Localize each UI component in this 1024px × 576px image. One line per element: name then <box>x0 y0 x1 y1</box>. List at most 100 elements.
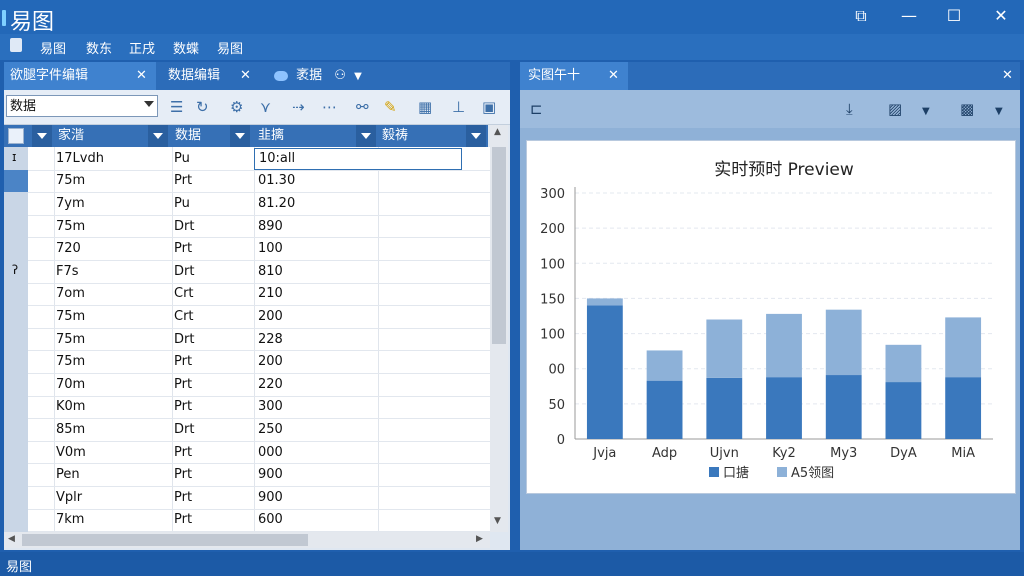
more-icon[interactable]: ⋯ <box>322 98 337 116</box>
cell-value[interactable]: 100 <box>258 237 283 260</box>
cell-name[interactable]: 7om <box>56 283 85 306</box>
tab-data[interactable]: 袤据 ⚇ ▼ <box>268 62 368 90</box>
column-header-1[interactable]: 家湝 <box>58 125 84 147</box>
maximize-button[interactable]: ☐ <box>943 6 965 26</box>
row-header-selected[interactable] <box>4 169 28 193</box>
cell-type[interactable]: Prt <box>174 350 192 373</box>
cell-name[interactable]: 75m <box>56 305 85 328</box>
cell-type[interactable]: Prt <box>174 509 192 532</box>
column-filter-button[interactable] <box>32 125 52 147</box>
cell-value[interactable]: 200 <box>258 350 283 373</box>
table-row[interactable]: 70m Prt 220 <box>28 373 490 397</box>
table-row[interactable]: 720 Prt 100 <box>28 237 490 261</box>
cell-name[interactable]: 17Lvdh <box>56 147 104 170</box>
close-icon[interactable]: ✕ <box>136 62 147 90</box>
refresh-icon[interactable]: ↻ <box>196 98 209 116</box>
highlight-icon[interactable]: ✎ <box>384 98 397 116</box>
settings-panel-icon[interactable]: ▣ <box>482 98 496 116</box>
table-row[interactable]: 75m Prt 01.30 <box>28 170 490 194</box>
chevron-down-icon[interactable]: ▼ <box>354 71 362 82</box>
cell-type[interactable]: Prt <box>174 486 192 509</box>
column-filter-button[interactable] <box>148 125 168 147</box>
column-header-4[interactable]: 毅祷 <box>382 125 408 147</box>
menu-item-1[interactable]: 易图 <box>40 38 66 57</box>
gear-icon[interactable]: ⚙ <box>230 98 243 116</box>
cell-name[interactable]: 7km <box>56 509 84 532</box>
table-row[interactable]: 7om Crt 210 <box>28 283 490 307</box>
cell-value[interactable]: 220 <box>258 373 283 396</box>
cell-editor-input[interactable]: 10:all <box>254 148 462 170</box>
minimize-button[interactable]: — <box>898 6 920 26</box>
chevron-down-icon[interactable]: ▼ <box>995 106 1003 117</box>
chevron-down-icon[interactable]: ▼ <box>922 106 930 117</box>
menu-item-3[interactable]: 正戌 <box>129 38 155 57</box>
cell-name[interactable]: F7s <box>56 260 79 283</box>
cell-name[interactable]: 720 <box>56 237 81 260</box>
cell-type[interactable]: Prt <box>174 441 192 464</box>
cell-type[interactable]: Prt <box>174 463 192 486</box>
cell-name[interactable]: 7ym <box>56 192 85 215</box>
data-source-combo[interactable]: 数据 <box>6 95 158 117</box>
cell-value[interactable]: 000 <box>258 441 283 464</box>
table-row[interactable]: F7s Drt 810 <box>28 260 490 284</box>
table-row[interactable]: 85m Drt 250 <box>28 418 490 442</box>
table-row[interactable]: 75m Prt 200 <box>28 350 490 374</box>
column-filter-button[interactable] <box>356 125 376 147</box>
cell-type[interactable]: Crt <box>174 283 194 306</box>
table-row[interactable]: 75m Drt 228 <box>28 328 490 352</box>
menu-item-2[interactable]: 数东 <box>86 38 112 57</box>
column-filter-button[interactable] <box>466 125 486 147</box>
restore-icon[interactable]: ⧉ <box>850 6 872 26</box>
close-icon[interactable]: ✕ <box>240 62 251 90</box>
cell-value[interactable]: 600 <box>258 509 283 532</box>
cell-value[interactable]: 01.30 <box>258 170 295 193</box>
chevron-down-icon[interactable] <box>144 101 154 107</box>
close-icon[interactable]: ✕ <box>608 62 619 90</box>
column-header-3[interactable]: 韭摛 <box>258 125 284 147</box>
cell-name[interactable]: Pen <box>56 463 80 486</box>
table-row[interactable]: 75m Crt 200 <box>28 305 490 329</box>
cell-type[interactable]: Prt <box>174 396 192 419</box>
table-row[interactable]: K0m Prt 300 <box>28 396 490 420</box>
cell-value[interactable]: 200 <box>258 305 283 328</box>
table-row[interactable]: Pen Prt 900 <box>28 463 490 487</box>
export-icon[interactable]: ⊥ <box>452 98 465 116</box>
menu-item-4[interactable]: 数蝶 <box>173 38 199 57</box>
cell-type[interactable]: Drt <box>174 418 194 441</box>
cell-type[interactable]: Drt <box>174 215 194 238</box>
cell-type[interactable]: Drt <box>174 260 194 283</box>
export-chart-icon[interactable]: ▩ <box>960 100 974 118</box>
cell-value[interactable]: 210 <box>258 283 283 306</box>
table-row[interactable]: 75m Drt 890 <box>28 215 490 239</box>
table-row[interactable]: V0m Prt 000 <box>28 441 490 465</box>
cell-type[interactable]: Pu <box>174 147 190 170</box>
horizontal-scroll-thumb[interactable] <box>22 534 308 546</box>
cell-value[interactable]: 810 <box>258 260 283 283</box>
close-button[interactable]: ✕ <box>990 6 1012 26</box>
filter-icon[interactable]: ⋎ <box>260 98 271 116</box>
table-row[interactable]: Vplr Prt 900 <box>28 486 490 510</box>
vertical-scroll-thumb[interactable] <box>492 147 506 344</box>
close-pane-icon[interactable]: ✕ <box>1002 68 1013 83</box>
cell-value[interactable]: 900 <box>258 463 283 486</box>
cell-value[interactable]: 300 <box>258 396 283 419</box>
table-row[interactable]: 7ym Pu 81.20 <box>28 192 490 216</box>
cell-name[interactable]: 75m <box>56 328 85 351</box>
gallery-icon[interactable]: ▦ <box>418 98 432 116</box>
cell-type[interactable]: Prt <box>174 373 192 396</box>
tab-data-edit[interactable]: 数据编辑 ✕ <box>160 62 260 90</box>
link-icon[interactable]: ⚯ <box>356 98 369 116</box>
cell-name[interactable]: Vplr <box>56 486 82 509</box>
cell-type[interactable]: Prt <box>174 237 192 260</box>
scroll-left-icon[interactable]: ◀ <box>8 534 15 544</box>
scroll-down-icon[interactable]: ▼ <box>494 516 501 526</box>
select-all-checkbox[interactable] <box>8 128 24 144</box>
outline-icon[interactable]: ⊏ <box>530 100 543 118</box>
scroll-up-icon[interactable]: ▲ <box>494 127 501 137</box>
cell-name[interactable]: 70m <box>56 373 85 396</box>
cell-name[interactable]: 85m <box>56 418 85 441</box>
scroll-right-icon[interactable]: ▶ <box>476 534 483 544</box>
column-header-2[interactable]: 数据 <box>175 125 201 147</box>
column-filter-button[interactable] <box>230 125 250 147</box>
table-row[interactable]: 7km Prt 600 <box>28 509 490 533</box>
